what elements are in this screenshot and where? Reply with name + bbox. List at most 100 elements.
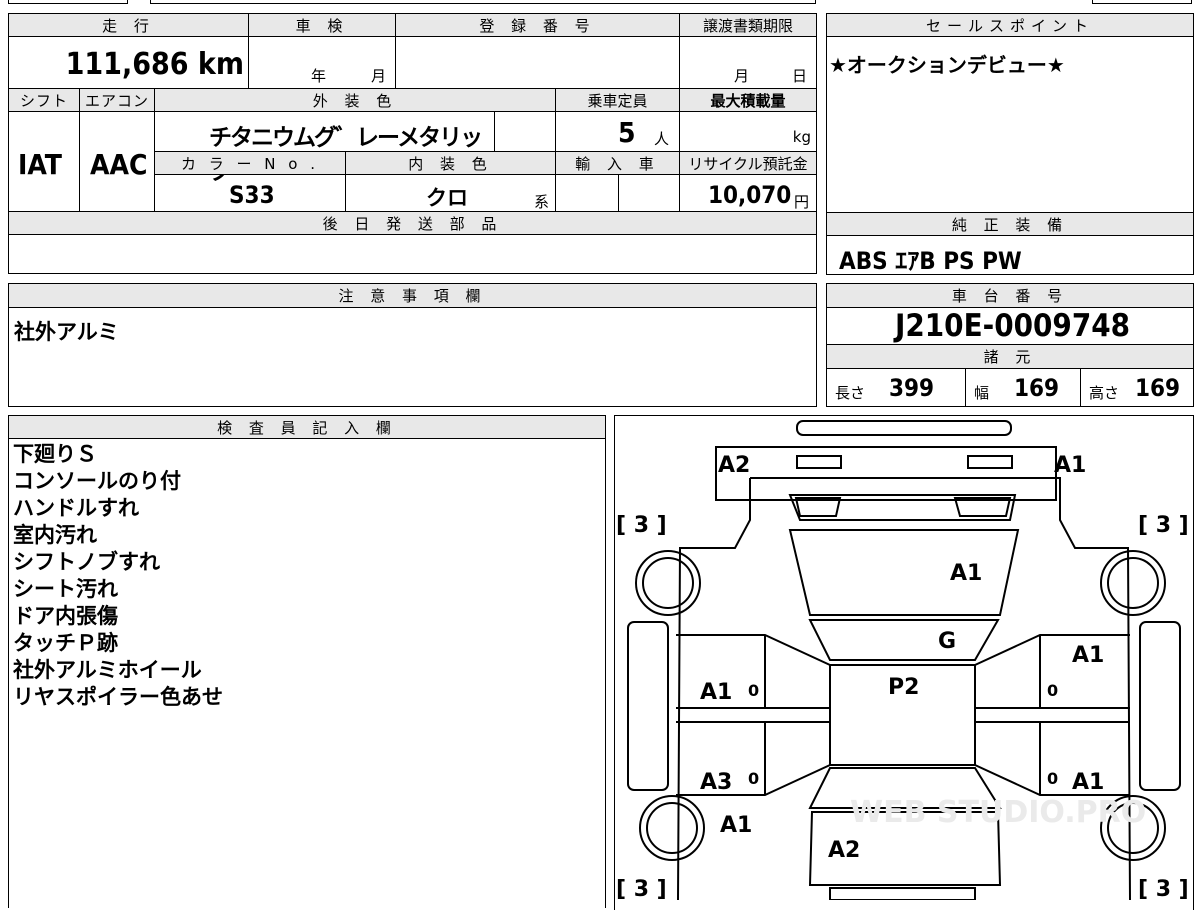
inspection-month-label: 月 bbox=[371, 67, 387, 85]
windshield-shape bbox=[808, 619, 1000, 661]
interior-header: 内 装 色 bbox=[345, 151, 556, 175]
left-front-door-num: 0 bbox=[748, 681, 759, 700]
right-rear-door-label: A1 bbox=[1072, 770, 1104, 795]
inspector-note: 室内汚れ bbox=[13, 523, 97, 547]
left-rear-door-label: A3 bbox=[700, 770, 732, 795]
wheel-front-right-inner bbox=[1107, 557, 1159, 609]
recycle-cell: 10,070 円 bbox=[679, 174, 817, 212]
length-cell: 長さ 399 bbox=[826, 368, 966, 407]
car-diagram-panel: WEB STUDIO.PRO A2 A1 [ 3 ] [ 3 ] [ 3 ] [… bbox=[614, 415, 1194, 910]
equipment-cell: ABS ｴｱB PS PW bbox=[826, 235, 1194, 275]
roof-label: P2 bbox=[888, 675, 919, 700]
left-front-door-label: A1 bbox=[700, 680, 732, 705]
equipment-header: 純 正 装 備 bbox=[826, 212, 1194, 236]
capacity-value: 5 bbox=[618, 116, 636, 149]
maxload-header: 最大積載量 bbox=[679, 88, 817, 112]
import-cell-a bbox=[555, 174, 619, 212]
ac-header: エアコン bbox=[79, 88, 155, 112]
tire-top-left-label: [ 3 ] bbox=[616, 513, 667, 538]
inspector-note: リヤスポイラー色あせ bbox=[13, 685, 223, 709]
width-label: 幅 bbox=[974, 384, 990, 402]
inspector-note: ドア内張傷 bbox=[13, 604, 118, 628]
glass-label: G bbox=[938, 629, 956, 654]
exterior-header: 外 装 色 bbox=[154, 88, 556, 112]
import-cell-b bbox=[618, 174, 680, 212]
transfer-day-label: 日 bbox=[792, 67, 808, 85]
shift-header: シフト bbox=[8, 88, 80, 112]
shift-value: IAT bbox=[18, 148, 62, 181]
color-no-value: S33 bbox=[229, 181, 275, 209]
inspector-note: タッチＰ跡 bbox=[13, 631, 118, 655]
right-front-fender-label: A1 bbox=[1072, 643, 1104, 668]
inspector-note: シフトノブすれ bbox=[13, 550, 160, 574]
spec-header: 諸 元 bbox=[826, 344, 1194, 369]
height-value: 169 bbox=[1135, 374, 1181, 402]
left-rear-door-num: 0 bbox=[748, 769, 759, 788]
wheel-rear-left-inner bbox=[646, 802, 698, 854]
top-strip bbox=[8, 0, 128, 4]
wheel-front-right bbox=[1100, 550, 1166, 616]
shift-cell: IAT bbox=[8, 111, 80, 212]
maxload-cell: kg bbox=[679, 111, 817, 152]
exterior-cell: チタニウムグ゛レーメタリック bbox=[154, 111, 495, 185]
chassis-number: J210E-0009748 bbox=[895, 308, 1131, 344]
exterior-extra-cell bbox=[494, 111, 556, 152]
wheel-front-left bbox=[635, 550, 701, 616]
interior-suffix: 系 bbox=[534, 193, 550, 211]
top-strip bbox=[1092, 0, 1192, 4]
equipment-value: ABS ｴｱB PS PW bbox=[839, 247, 1022, 275]
right-rear-door-num: 0 bbox=[1047, 769, 1058, 788]
left-rear-fender-label: A1 bbox=[720, 813, 752, 838]
tire-top-right-label: [ 3 ] bbox=[1138, 513, 1189, 538]
sales-point-header: セールスポイント bbox=[826, 13, 1194, 37]
inspector-notes-list: 下廻りＳ コンソールのり付 ハンドルすれ 室内汚れ シフトノブすれ シート汚れ … bbox=[13, 441, 223, 711]
color-no-cell: S33 bbox=[154, 174, 346, 212]
notes-header: 注 意 事 項 欄 bbox=[8, 283, 817, 308]
right-door-divider bbox=[975, 707, 1130, 723]
registration-header: 登 録 番 号 bbox=[395, 13, 680, 37]
capacity-unit: 人 bbox=[654, 130, 670, 148]
hood-shape bbox=[788, 529, 1020, 616]
wheel-front-left-inner bbox=[642, 557, 694, 609]
inspection-cell: 年 月 bbox=[248, 36, 396, 89]
inspector-note: 社外アルミホイール bbox=[13, 658, 202, 682]
inspection-year-label: 年 bbox=[311, 67, 327, 85]
inspector-cell: 下廻りＳ コンソールのり付 ハンドルすれ 室内汚れ シフトノブすれ シート汚れ … bbox=[8, 438, 606, 908]
recycle-unit: 円 bbox=[794, 193, 810, 211]
inspector-note: ハンドルすれ bbox=[13, 496, 139, 520]
notes-text: 社外アルミ bbox=[14, 320, 119, 344]
left-headlight-shape bbox=[796, 455, 842, 469]
rear-label: A2 bbox=[828, 838, 860, 863]
hood-label: A1 bbox=[950, 561, 982, 586]
capacity-cell: 5 人 bbox=[555, 111, 680, 152]
registration-cell bbox=[395, 36, 680, 89]
capacity-header: 乗車定員 bbox=[555, 88, 680, 112]
watermark: WEB STUDIO.PRO bbox=[850, 795, 1146, 830]
chassis-cell: J210E-0009748 bbox=[826, 307, 1194, 345]
color-no-header: カ ラ ー N o . bbox=[154, 151, 346, 175]
tire-bottom-left-label: [ 3 ] bbox=[616, 877, 667, 900]
left-skirt-shape bbox=[627, 621, 669, 791]
recycle-value: 10,070 bbox=[708, 181, 792, 209]
length-value: 399 bbox=[889, 374, 935, 402]
later-parts-cell bbox=[8, 234, 817, 274]
right-front-door-num: 0 bbox=[1047, 681, 1058, 700]
sales-point-text: ★オークションデビュー★ bbox=[829, 53, 1065, 77]
chassis-header: 車 台 番 号 bbox=[826, 283, 1194, 308]
sales-point-cell: ★オークションデビュー★ bbox=[826, 36, 1194, 213]
width-value: 169 bbox=[1014, 374, 1060, 402]
length-label: 長さ bbox=[835, 384, 866, 402]
transfer-cell: 月 日 bbox=[679, 36, 817, 89]
front-bumper-shape bbox=[796, 420, 1012, 436]
ac-value: AAC bbox=[90, 148, 148, 181]
right-skirt-shape bbox=[1139, 621, 1181, 791]
later-parts-header: 後 日 発 送 部 品 bbox=[8, 211, 817, 235]
mileage-cell: 111,686 km bbox=[8, 36, 249, 89]
top-strip bbox=[150, 0, 816, 4]
front-panel-shape bbox=[715, 446, 1057, 501]
import-header: 輸 入 車 bbox=[555, 151, 680, 175]
left-door-divider bbox=[676, 707, 830, 723]
interior-value: クロ bbox=[426, 186, 468, 210]
height-cell: 高さ 169 bbox=[1080, 368, 1194, 407]
recycle-header: リサイクル預託金 bbox=[679, 151, 817, 175]
